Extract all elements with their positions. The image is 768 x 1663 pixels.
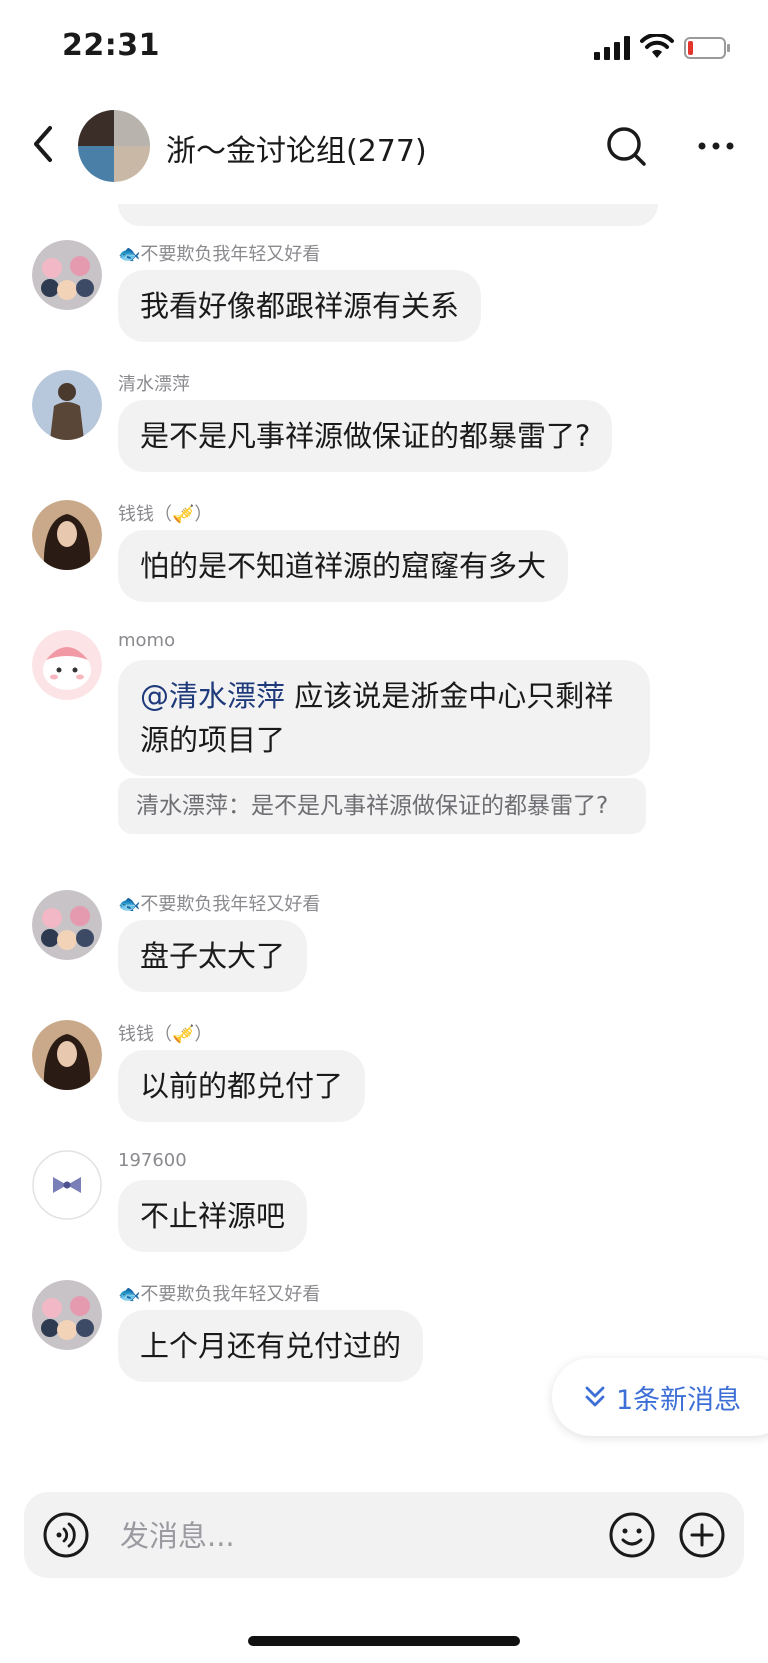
- chat-screen: 22:31 浙～金讨论组(277) 🐟不要欺负我年轻又好看 我看好像都跟祥源有关…: [0, 0, 768, 1663]
- cartoon-avatar[interactable]: [32, 630, 102, 700]
- sender-name: momo: [118, 630, 176, 651]
- quoted-message[interactable]: 清水漂萍：是不是凡事祥源做保证的都暴雷了?: [118, 778, 646, 834]
- dolls-avatar[interactable]: [32, 890, 102, 960]
- search-icon[interactable]: [604, 124, 648, 168]
- back-button[interactable]: [26, 122, 62, 166]
- group-avatar-tile: [78, 110, 114, 146]
- group-avatar-tile: [114, 110, 150, 146]
- wifi-icon: [640, 34, 674, 58]
- new-messages-label: 1条新消息: [616, 1385, 742, 1416]
- battery-icon: [684, 37, 730, 59]
- cellular-signal-icon: [594, 36, 630, 60]
- group-avatar[interactable]: [78, 110, 150, 182]
- voice-input-icon[interactable]: [42, 1511, 90, 1559]
- more-options-icon[interactable]: [694, 124, 738, 168]
- message-composer: [24, 1492, 744, 1578]
- girl-avatar[interactable]: [32, 1020, 102, 1090]
- double-chevron-down-icon: [585, 1386, 605, 1407]
- mention-link[interactable]: @清水漂萍: [140, 679, 285, 713]
- sender-name: 清水漂萍: [118, 374, 190, 395]
- sender-name: 钱钱（🎺）: [118, 1024, 213, 1045]
- group-avatar-tile: [114, 146, 150, 182]
- bow-avatar[interactable]: [32, 1150, 102, 1220]
- status-time: 22:31: [62, 28, 160, 63]
- message-bubble[interactable]: 我看好像都跟祥源有关系: [118, 270, 482, 342]
- message-bubble[interactable]: 怕的是不知道祥源的窟窿有多大: [118, 530, 569, 602]
- message-list[interactable]: 🐟不要欺负我年轻又好看 我看好像都跟祥源有关系 清水漂萍 是不是凡事祥源做保证的…: [0, 204, 768, 1480]
- message-bubble[interactable]: 是不是凡事祥源做保证的都暴雷了?: [118, 400, 613, 472]
- add-icon[interactable]: [678, 1511, 726, 1559]
- sender-name: 🐟不要欺负我年轻又好看: [118, 1284, 321, 1305]
- sender-name: 钱钱（🎺）: [118, 504, 213, 525]
- status-bar: 22:31: [0, 0, 768, 96]
- message-bubble[interactable]: 以前的都兑付了: [118, 1050, 366, 1122]
- message-input[interactable]: [118, 1510, 542, 1562]
- sender-name: 🐟不要欺负我年轻又好看: [118, 894, 321, 915]
- group-avatar-tile: [78, 146, 114, 182]
- dolls-avatar[interactable]: [32, 240, 102, 310]
- new-messages-button[interactable]: 1条新消息: [552, 1358, 768, 1436]
- sender-name: 197600: [118, 1150, 187, 1171]
- dolls-avatar[interactable]: [32, 1280, 102, 1350]
- statue-avatar[interactable]: [32, 370, 102, 440]
- emoji-icon[interactable]: [608, 1511, 656, 1559]
- message-bubble-partial: [118, 204, 658, 226]
- message-bubble[interactable]: 盘子太大了: [118, 920, 308, 992]
- message-bubble[interactable]: 不止祥源吧: [118, 1180, 308, 1252]
- message-bubble[interactable]: @清水漂萍 应该说是浙金中心只剩祥源的项目了: [118, 660, 650, 776]
- home-indicator: [248, 1636, 520, 1646]
- girl-avatar[interactable]: [32, 500, 102, 570]
- message-bubble[interactable]: 上个月还有兑付过的: [118, 1310, 424, 1382]
- sender-name: 🐟不要欺负我年轻又好看: [118, 244, 321, 265]
- chat-header: 浙～金讨论组(277): [0, 96, 768, 204]
- group-title[interactable]: 浙～金讨论组(277): [166, 126, 427, 170]
